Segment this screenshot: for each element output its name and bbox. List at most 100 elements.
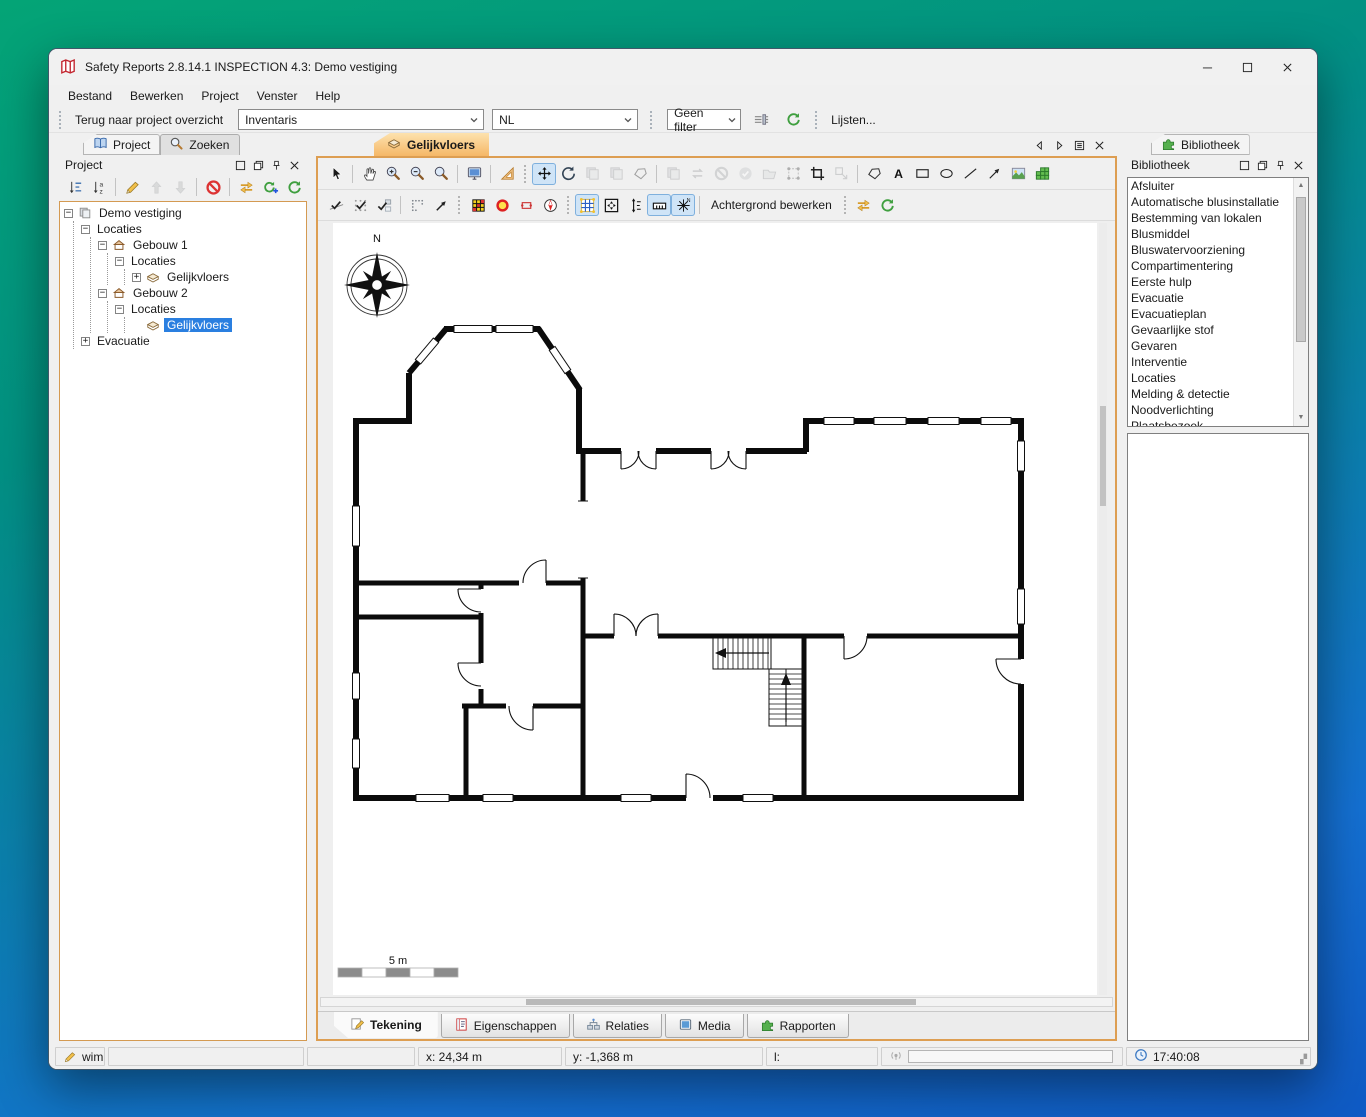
synchronize-button[interactable]	[234, 176, 258, 198]
synchronize-drawing-button[interactable]	[852, 194, 876, 216]
tree-item-demo-vestiging[interactable]: −Demo vestiging	[64, 205, 306, 221]
refresh-add-button[interactable]	[258, 176, 282, 198]
panel-close-button[interactable]	[1289, 157, 1307, 173]
drawing-canvas[interactable]: N	[333, 223, 1097, 995]
edit-background-button[interactable]: Achtergrond bewerken	[704, 195, 839, 215]
pan-tool-button[interactable]	[357, 163, 381, 185]
show-grid-button[interactable]	[575, 194, 599, 216]
insert-raster-button[interactable]	[1030, 163, 1054, 185]
library-item-automatische-blusinstallatie[interactable]: Automatische blusinstallatie	[1128, 194, 1293, 210]
scrollbar-thumb[interactable]	[1296, 197, 1306, 342]
collapse-icon[interactable]: −	[64, 209, 73, 218]
tab-relaties[interactable]: Relaties	[573, 1014, 662, 1038]
collapse-icon[interactable]: −	[81, 225, 90, 234]
refresh-button[interactable]	[282, 176, 306, 198]
collapse-icon[interactable]: −	[115, 257, 124, 266]
inventory-combobox[interactable]: Inventaris	[238, 109, 484, 130]
canvas-horizontal-scrollbar[interactable]	[320, 997, 1113, 1007]
library-item-interventie[interactable]: Interventie	[1128, 354, 1293, 370]
scrollbar-thumb[interactable]	[1100, 406, 1106, 506]
library-item-bluswatervoorziening[interactable]: Bluswatervoorziening	[1128, 242, 1293, 258]
maximize-button[interactable]	[1227, 52, 1267, 82]
library-item-bestemming-van-lokalen[interactable]: Bestemming van lokalen	[1128, 210, 1293, 226]
zone-tool-button[interactable]	[490, 194, 514, 216]
sort-alphabetical-button[interactable]: az	[87, 176, 111, 198]
raster-properties-button[interactable]	[466, 194, 490, 216]
language-combobox[interactable]: NL	[492, 109, 638, 130]
library-item-compartimentering[interactable]: Compartimentering	[1128, 258, 1293, 274]
move-tool-button[interactable]	[532, 163, 556, 185]
expand-icon[interactable]: +	[132, 273, 141, 282]
library-item-melding-detectie[interactable]: Melding & detectie	[1128, 386, 1293, 402]
zoom-out-tool-button[interactable]	[405, 163, 429, 185]
edit-points-button[interactable]	[628, 163, 652, 185]
grid-points-button[interactable]	[405, 194, 429, 216]
collapse-icon[interactable]: −	[98, 241, 107, 250]
draw-text-button[interactable]: A	[886, 163, 910, 185]
tree-item-locaties[interactable]: −Locaties	[81, 221, 306, 237]
library-listbox[interactable]: AfsluiterAutomatische blusinstallatieBes…	[1127, 177, 1309, 427]
library-item-gevaarlijke-stof[interactable]: Gevaarlijke stof	[1128, 322, 1293, 338]
library-item-gevaren[interactable]: Gevaren	[1128, 338, 1293, 354]
panel-pin-button[interactable]	[267, 157, 285, 173]
replace-object-button[interactable]	[685, 163, 709, 185]
tab-scroll-left-button[interactable]	[1031, 137, 1047, 153]
library-item-afsluiter[interactable]: Afsluiter	[1128, 178, 1293, 194]
crop-tool-button[interactable]	[805, 163, 829, 185]
refresh-drawing-button[interactable]	[876, 194, 900, 216]
menu-bewerken[interactable]: Bewerken	[121, 87, 192, 105]
draw-ellipse-button[interactable]	[934, 163, 958, 185]
refresh-filter-button[interactable]	[781, 109, 805, 131]
zoom-window-tool-button[interactable]	[429, 163, 453, 185]
north-arrow-toggle-button[interactable]: N	[671, 194, 695, 216]
tab-list-button[interactable]	[1071, 137, 1087, 153]
approve-object-button[interactable]	[733, 163, 757, 185]
filter-combobox[interactable]: Geen filter	[667, 109, 741, 130]
panel-maximize-button[interactable]	[231, 157, 249, 173]
tab-project[interactable]: Project	[83, 134, 160, 155]
block-item-button[interactable]	[201, 176, 225, 198]
jump-to-button[interactable]	[429, 194, 453, 216]
draw-rectangle-button[interactable]	[910, 163, 934, 185]
select-tool-button[interactable]	[324, 163, 348, 185]
snap-to-object-button[interactable]	[372, 194, 396, 216]
region-tool-button[interactable]	[514, 194, 538, 216]
library-scrollbar[interactable]: ▲ ▼	[1293, 178, 1308, 426]
expand-icon[interactable]: +	[81, 337, 90, 346]
send-backward-button[interactable]	[604, 163, 628, 185]
menu-project[interactable]: Project	[192, 87, 247, 105]
draw-line-button[interactable]	[958, 163, 982, 185]
panel-maximize-button[interactable]	[1235, 157, 1253, 173]
scrollbar-thumb[interactable]	[526, 999, 916, 1005]
tab-gelijkvloers[interactable]: Gelijkvloers	[374, 133, 489, 156]
tab-eigenschappen[interactable]: Eigenschappen	[441, 1014, 570, 1038]
insert-image-button[interactable]	[1006, 163, 1030, 185]
copy-object-button[interactable]	[661, 163, 685, 185]
orientation-tool-button[interactable]	[538, 194, 562, 216]
measure-heights-button[interactable]	[623, 194, 647, 216]
panel-pin-button[interactable]	[1271, 157, 1289, 173]
tree-item-locaties[interactable]: −Locaties	[115, 253, 306, 269]
move-up-button[interactable]	[144, 176, 168, 198]
canvas-vertical-scrollbar[interactable]	[1099, 223, 1107, 995]
open-object-button[interactable]	[757, 163, 781, 185]
filter-settings-button[interactable]	[749, 109, 773, 131]
tab-media[interactable]: Media	[665, 1014, 744, 1038]
scale-bar-toggle-button[interactable]	[647, 194, 671, 216]
minimize-button[interactable]	[1187, 52, 1227, 82]
menu-help[interactable]: Help	[306, 87, 349, 105]
library-item-evacuatieplan[interactable]: Evacuatieplan	[1128, 306, 1293, 322]
tree-item-gelijkvloers[interactable]: Gelijkvloers	[132, 317, 306, 333]
move-down-button[interactable]	[168, 176, 192, 198]
draw-arrow-button[interactable]	[982, 163, 1006, 185]
tab-rapporten[interactable]: Rapporten	[747, 1014, 849, 1038]
edit-item-button[interactable]	[120, 176, 144, 198]
collapse-icon[interactable]: −	[115, 305, 124, 314]
zoom-in-tool-button[interactable]	[381, 163, 405, 185]
resize-grip[interactable]: ▞	[1300, 1054, 1308, 1065]
tab-tekening[interactable]: Tekening	[334, 1012, 438, 1038]
tab-bibliotheek[interactable]: Bibliotheek	[1151, 134, 1250, 155]
fit-drawing-button[interactable]	[599, 194, 623, 216]
tree-item-gebouw-1[interactable]: −Gebouw 1	[98, 237, 306, 253]
selection-frame-button[interactable]	[781, 163, 805, 185]
